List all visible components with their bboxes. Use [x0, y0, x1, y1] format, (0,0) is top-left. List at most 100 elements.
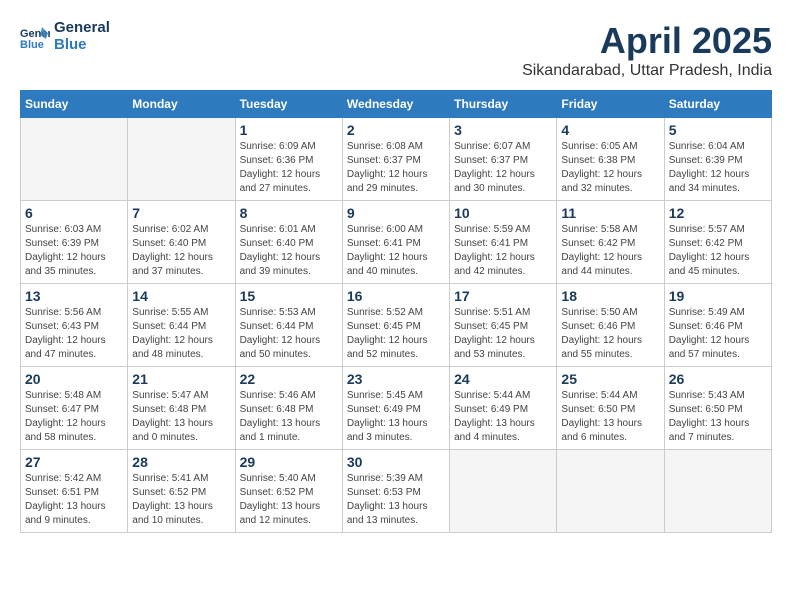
calendar-cell: 1 Sunrise: 6:09 AM Sunset: 6:36 PM Daylig…	[235, 118, 342, 201]
logo-icon: General Blue	[20, 25, 50, 49]
day-number: 26	[669, 371, 767, 387]
calendar-cell: 25 Sunrise: 5:44 AM Sunset: 6:50 PM Dayli…	[557, 367, 664, 450]
day-number: 24	[454, 371, 552, 387]
day-number: 25	[561, 371, 659, 387]
calendar-week-row: 1 Sunrise: 6:09 AM Sunset: 6:36 PM Daylig…	[21, 118, 772, 201]
calendar-cell: 27 Sunrise: 5:42 AM Sunset: 6:51 PM Dayli…	[21, 450, 128, 533]
day-info: Sunrise: 5:52 AM Sunset: 6:45 PM Dayligh…	[347, 306, 445, 362]
day-info: Sunrise: 5:44 AM Sunset: 6:50 PM Dayligh…	[561, 389, 659, 445]
calendar-cell: 24 Sunrise: 5:44 AM Sunset: 6:49 PM Dayli…	[450, 367, 557, 450]
location-title: Sikandarabad, Uttar Pradesh, India	[522, 62, 772, 80]
day-number: 22	[240, 371, 338, 387]
day-info: Sunrise: 6:05 AM Sunset: 6:38 PM Dayligh…	[561, 140, 659, 196]
weekday-header: Wednesday	[342, 91, 449, 118]
calendar-cell: 4 Sunrise: 6:05 AM Sunset: 6:38 PM Daylig…	[557, 118, 664, 201]
calendar-cell: 20 Sunrise: 5:48 AM Sunset: 6:47 PM Dayli…	[21, 367, 128, 450]
calendar-cell: 5 Sunrise: 6:04 AM Sunset: 6:39 PM Daylig…	[664, 118, 771, 201]
day-info: Sunrise: 5:42 AM Sunset: 6:51 PM Dayligh…	[25, 472, 123, 528]
weekday-header: Thursday	[450, 91, 557, 118]
calendar-cell: 22Sunrise: 5:46 AM Sunset: 6:48 PM Dayli…	[235, 367, 342, 450]
day-number: 2	[347, 122, 445, 138]
day-info: Sunrise: 5:39 AM Sunset: 6:53 PM Dayligh…	[347, 472, 445, 528]
day-number: 28	[132, 454, 230, 470]
calendar-cell: 11Sunrise: 5:58 AM Sunset: 6:42 PM Dayli…	[557, 201, 664, 284]
day-number: 13	[25, 288, 123, 304]
month-title: April 2025	[522, 20, 772, 62]
calendar-cell: 15 Sunrise: 5:53 AM Sunset: 6:44 PM Dayli…	[235, 284, 342, 367]
day-number: 27	[25, 454, 123, 470]
calendar-cell: 13 Sunrise: 5:56 AM Sunset: 6:43 PM Dayli…	[21, 284, 128, 367]
weekday-header: Saturday	[664, 91, 771, 118]
calendar-cell	[664, 450, 771, 533]
day-info: Sunrise: 5:59 AM Sunset: 6:41 PM Dayligh…	[454, 223, 552, 279]
day-info: Sunrise: 6:07 AM Sunset: 6:37 PM Dayligh…	[454, 140, 552, 196]
calendar-week-row: 6 Sunrise: 6:03 AM Sunset: 6:39 PM Daylig…	[21, 201, 772, 284]
day-number: 17	[454, 288, 552, 304]
logo-text-blue: Blue	[54, 37, 110, 54]
calendar-cell: 28 Sunrise: 5:41 AM Sunset: 6:52 PM Dayli…	[128, 450, 235, 533]
day-info: Sunrise: 6:00 AM Sunset: 6:41 PM Dayligh…	[347, 223, 445, 279]
calendar-cell: 16 Sunrise: 5:52 AM Sunset: 6:45 PM Dayli…	[342, 284, 449, 367]
day-info: Sunrise: 5:58 AM Sunset: 6:42 PM Dayligh…	[561, 223, 659, 279]
day-number: 3	[454, 122, 552, 138]
day-info: Sunrise: 6:08 AM Sunset: 6:37 PM Dayligh…	[347, 140, 445, 196]
day-info: Sunrise: 5:53 AM Sunset: 6:44 PM Dayligh…	[240, 306, 338, 362]
calendar-cell: 9Sunrise: 6:00 AM Sunset: 6:41 PM Daylig…	[342, 201, 449, 284]
logo-text-general: General	[54, 20, 110, 37]
day-info: Sunrise: 6:02 AM Sunset: 6:40 PM Dayligh…	[132, 223, 230, 279]
calendar-cell: 7Sunrise: 6:02 AM Sunset: 6:40 PM Daylig…	[128, 201, 235, 284]
day-info: Sunrise: 5:44 AM Sunset: 6:49 PM Dayligh…	[454, 389, 552, 445]
calendar-cell	[557, 450, 664, 533]
day-number: 12	[669, 205, 767, 221]
day-number: 4	[561, 122, 659, 138]
day-info: Sunrise: 5:56 AM Sunset: 6:43 PM Dayligh…	[25, 306, 123, 362]
day-info: Sunrise: 6:03 AM Sunset: 6:39 PM Dayligh…	[25, 223, 123, 279]
calendar-week-row: 20 Sunrise: 5:48 AM Sunset: 6:47 PM Dayli…	[21, 367, 772, 450]
logo: General Blue General Blue	[20, 20, 110, 53]
day-info: Sunrise: 6:09 AM Sunset: 6:36 PM Dayligh…	[240, 140, 338, 196]
svg-text:Blue: Blue	[20, 39, 44, 49]
day-number: 1	[240, 122, 338, 138]
weekday-header: Friday	[557, 91, 664, 118]
calendar-cell: 2 Sunrise: 6:08 AM Sunset: 6:37 PM Daylig…	[342, 118, 449, 201]
day-number: 10	[454, 205, 552, 221]
calendar-cell	[450, 450, 557, 533]
calendar-cell: 12 Sunrise: 5:57 AM Sunset: 6:42 PM Dayli…	[664, 201, 771, 284]
day-number: 19	[669, 288, 767, 304]
day-number: 18	[561, 288, 659, 304]
calendar-cell: 29 Sunrise: 5:40 AM Sunset: 6:52 PM Dayli…	[235, 450, 342, 533]
calendar-cell: 18 Sunrise: 5:50 AM Sunset: 6:46 PM Dayli…	[557, 284, 664, 367]
header: General Blue General Blue April 2025 Sik…	[20, 20, 772, 80]
day-info: Sunrise: 5:50 AM Sunset: 6:46 PM Dayligh…	[561, 306, 659, 362]
day-number: 30	[347, 454, 445, 470]
day-number: 15	[240, 288, 338, 304]
calendar-cell: 26Sunrise: 5:43 AM Sunset: 6:50 PM Dayli…	[664, 367, 771, 450]
calendar-cell: 30 Sunrise: 5:39 AM Sunset: 6:53 PM Dayli…	[342, 450, 449, 533]
day-info: Sunrise: 5:40 AM Sunset: 6:52 PM Dayligh…	[240, 472, 338, 528]
day-number: 6	[25, 205, 123, 221]
calendar-cell	[21, 118, 128, 201]
day-number: 16	[347, 288, 445, 304]
day-number: 20	[25, 371, 123, 387]
calendar-cell: 3 Sunrise: 6:07 AM Sunset: 6:37 PM Daylig…	[450, 118, 557, 201]
day-info: Sunrise: 5:41 AM Sunset: 6:52 PM Dayligh…	[132, 472, 230, 528]
day-number: 21	[132, 371, 230, 387]
calendar: SundayMondayTuesdayWednesdayThursdayFrid…	[20, 90, 772, 533]
day-number: 5	[669, 122, 767, 138]
day-info: Sunrise: 5:49 AM Sunset: 6:46 PM Dayligh…	[669, 306, 767, 362]
day-info: Sunrise: 5:47 AM Sunset: 6:48 PM Dayligh…	[132, 389, 230, 445]
calendar-week-row: 13 Sunrise: 5:56 AM Sunset: 6:43 PM Dayli…	[21, 284, 772, 367]
day-info: Sunrise: 5:57 AM Sunset: 6:42 PM Dayligh…	[669, 223, 767, 279]
day-number: 23	[347, 371, 445, 387]
day-info: Sunrise: 5:55 AM Sunset: 6:44 PM Dayligh…	[132, 306, 230, 362]
day-number: 29	[240, 454, 338, 470]
title-area: April 2025 Sikandarabad, Uttar Pradesh, …	[522, 20, 772, 80]
calendar-cell: 19 Sunrise: 5:49 AM Sunset: 6:46 PM Dayli…	[664, 284, 771, 367]
day-info: Sunrise: 5:51 AM Sunset: 6:45 PM Dayligh…	[454, 306, 552, 362]
day-info: Sunrise: 5:48 AM Sunset: 6:47 PM Dayligh…	[25, 389, 123, 445]
calendar-cell: 6 Sunrise: 6:03 AM Sunset: 6:39 PM Daylig…	[21, 201, 128, 284]
calendar-cell: 21 Sunrise: 5:47 AM Sunset: 6:48 PM Dayli…	[128, 367, 235, 450]
weekday-header: Sunday	[21, 91, 128, 118]
calendar-cell: 14Sunrise: 5:55 AM Sunset: 6:44 PM Dayli…	[128, 284, 235, 367]
day-info: Sunrise: 6:04 AM Sunset: 6:39 PM Dayligh…	[669, 140, 767, 196]
